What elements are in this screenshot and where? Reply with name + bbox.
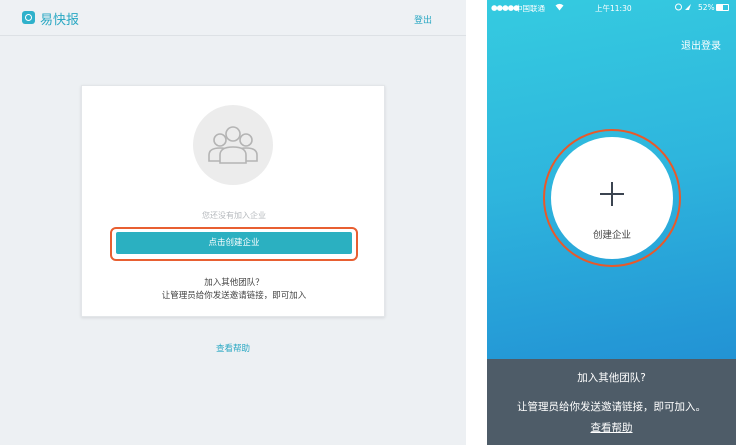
help-link[interactable]: 查看帮助 <box>487 420 736 435</box>
mobile-logout-button[interactable]: 退出登录 <box>681 37 721 52</box>
help-link[interactable]: 查看帮助 <box>0 342 466 354</box>
team-avatar-icon <box>193 105 273 185</box>
web-panel: 易快报 登出 您还没有加入企业 点击创建企业 加入其他团队？ 让管理员给你发送邀… <box>0 0 466 445</box>
mobile-panel: ●●●●● 中国联通 上午11:30 52% 退出登录 创建企业 加入其他团队?… <box>487 0 736 445</box>
battery-percent: 52% <box>698 3 715 12</box>
brand-name: 易快报 <box>40 13 80 28</box>
join-team-tip: 让管理员给你发送邀请链接，即可加入 <box>161 291 307 301</box>
create-company-label: 创建企业 <box>592 230 631 241</box>
logout-link[interactable]: 登出 <box>414 13 432 26</box>
battery-icon <box>716 4 729 11</box>
join-team-question: 加入其他团队? <box>577 372 646 384</box>
create-company-circle-button[interactable]: 创建企业 <box>551 137 673 259</box>
join-team-question: 加入其他团队？ <box>204 278 264 288</box>
panel-divider <box>466 0 487 445</box>
web-header: 易快报 登出 <box>0 0 466 36</box>
empty-state-card: 您还没有加入企业 点击创建企业 加入其他团队？ 让管理员给你发送邀请链接，即可加… <box>81 85 385 317</box>
clock: 上午11:30 <box>595 4 632 13</box>
status-bar: ●●●●● 中国联通 上午11:30 52% <box>487 0 736 16</box>
logo-icon <box>22 11 35 24</box>
carrier-name: 中国联通 <box>515 4 545 13</box>
create-company-button[interactable]: 点击创建企业 <box>116 232 352 254</box>
plus-icon-vertical <box>611 182 613 206</box>
join-team-footer: 加入其他团队? 让管理员给你发送邀请链接，即可加入。 查看帮助 <box>487 359 736 445</box>
empty-state-text: 您还没有加入企业 <box>202 211 266 220</box>
location-icon <box>675 3 693 13</box>
wifi-icon <box>555 3 564 13</box>
join-team-tip: 让管理员给你发送邀请链接，即可加入。 <box>517 401 706 413</box>
